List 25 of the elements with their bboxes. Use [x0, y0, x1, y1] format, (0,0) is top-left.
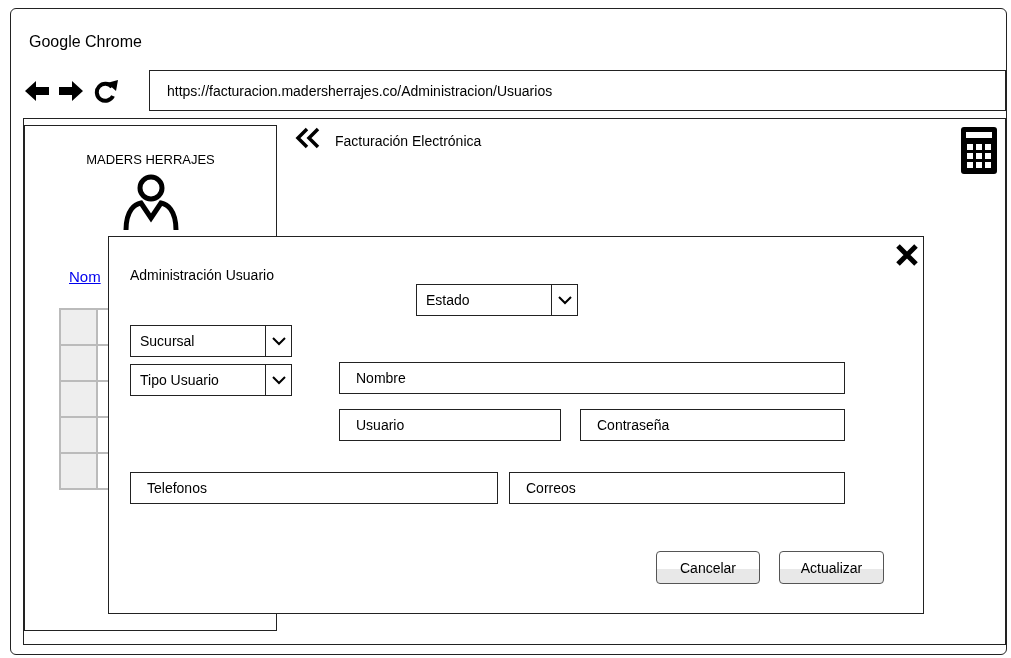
reload-icon[interactable] — [93, 78, 119, 103]
back-icon[interactable] — [25, 80, 49, 101]
input-field[interactable]: Nombre — [339, 362, 845, 394]
name-link[interactable]: Nom — [69, 268, 101, 285]
page-title: Facturación Electrónica — [335, 133, 483, 149]
caret-icon — [556, 295, 573, 305]
input-field[interactable]: Contraseña — [580, 409, 845, 441]
dropdown[interactable]: Estado — [416, 284, 578, 316]
caret-icon — [270, 336, 287, 346]
double-chevron-icon[interactable] — [295, 127, 321, 149]
address-bar[interactable]: https://facturacion.madersherrajes.co/Administracion/Usuarios — [149, 70, 1006, 111]
input-field[interactable]: Usuario — [339, 409, 561, 441]
brand-name: MADERS HERRAJES — [86, 152, 215, 167]
dropdown[interactable]: Sucursal — [130, 325, 292, 357]
cancel-button[interactable]: Cancelar — [656, 551, 760, 584]
calculator-icon[interactable] — [961, 127, 997, 174]
dropdown[interactable]: Tipo Usuario — [130, 364, 292, 396]
update-button[interactable]: Actualizar — [779, 551, 884, 584]
caret-icon — [270, 375, 287, 385]
input-field[interactable]: Telefonos — [130, 472, 498, 504]
close-icon[interactable] — [895, 243, 919, 267]
input-field[interactable]: Correos — [509, 472, 845, 504]
window-title: Google Chrome — [29, 33, 143, 52]
forward-icon[interactable] — [59, 80, 83, 101]
dialog-title: Administración Usuario — [130, 267, 275, 283]
